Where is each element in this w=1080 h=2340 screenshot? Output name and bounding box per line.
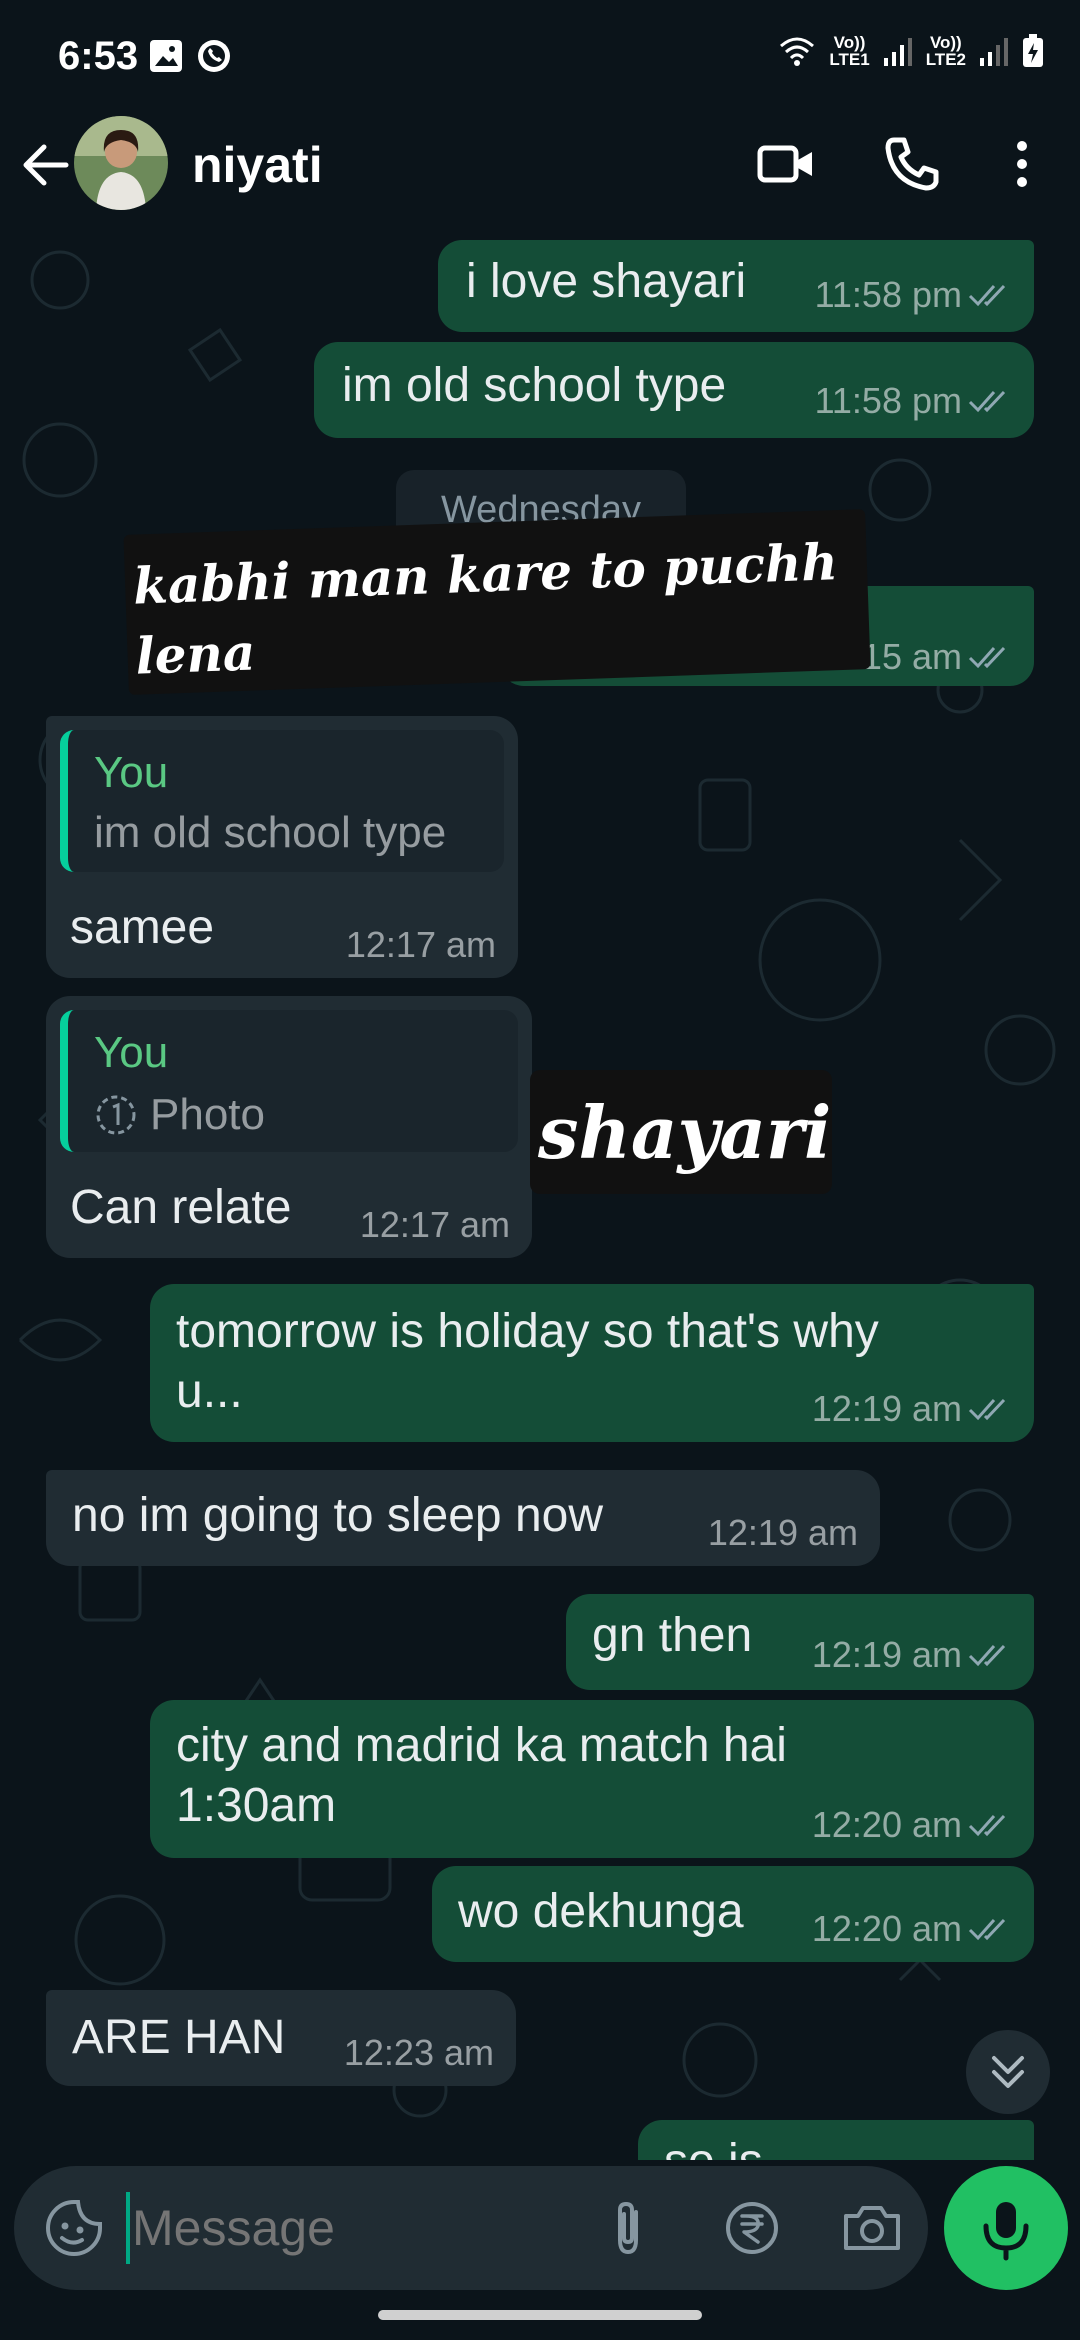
message-text: gn then [592, 1609, 753, 1662]
sim2-network: LTE2 [925, 50, 966, 69]
message-bubble-outgoing[interactable]: im old school type 11:58 pm [314, 342, 1034, 438]
message-meta: 11:58 pm [815, 274, 1012, 316]
sim1-network: LTE1 [829, 50, 870, 69]
message-bubble-outgoing[interactable]: gn then 12:19 am [566, 1594, 1034, 1690]
message-meta: 12:19 am [812, 1634, 1012, 1676]
sim1-label: Vo)) LTE1 [829, 34, 869, 68]
message-bubble-incoming[interactable]: You im old school type samee 12:17 am [46, 716, 518, 978]
message-bubble-incoming[interactable]: no im going to sleep now 12:19 am [46, 1470, 880, 1566]
message-text: i love shayari [466, 255, 747, 308]
message-text: no im going to sleep now [72, 1489, 603, 1542]
reply-author: You [94, 748, 169, 797]
message-text-line1: tomorrow is holiday so that's why [176, 1305, 879, 1358]
message-time: 12:19 am [811, 1388, 962, 1429]
attach-icon[interactable] [594, 2194, 662, 2262]
wifi-icon [780, 37, 815, 66]
message-composer[interactable] [14, 2166, 928, 2290]
sim1-volte: Vo)) [833, 33, 866, 52]
message-time: 12:17 am [359, 1204, 510, 1245]
read-receipt-icon [968, 646, 1006, 669]
message-time: 12:19 am [811, 1634, 962, 1675]
message-text-line2: u... [176, 1365, 243, 1418]
text-sticker[interactable]: kabhi man kare to puchh lena [123, 509, 871, 695]
reply-text: im old school type [94, 808, 447, 857]
camera-icon[interactable] [838, 2194, 906, 2262]
message-bubble-outgoing[interactable]: i love shayari 11:58 pm [438, 240, 1034, 332]
contact-name[interactable]: niyati [192, 136, 323, 194]
message-text: ARE HAN [72, 2011, 286, 2064]
message-text: samee [70, 901, 215, 954]
avatar-image [74, 116, 168, 210]
message-time: 12:23 am [343, 2032, 494, 2073]
signal-icon-sim2 [980, 38, 1008, 66]
message-meta: 11:58 pm [815, 380, 1012, 422]
message-time: 12:20 am [811, 1804, 962, 1845]
message-meta: 12:20 am [812, 1804, 1012, 1846]
status-bar: 6:53 Vo)) LTE1 Vo)) LTE2 [0, 0, 1080, 110]
sticker-text: shayari [538, 1090, 832, 1175]
reply-author: You [94, 1028, 169, 1077]
view-once-icon [96, 1095, 136, 1135]
message-time: 12:20 am [811, 1908, 962, 1949]
message-bubble-incoming[interactable]: ARE HAN 12:23 am [46, 1990, 516, 2086]
back-arrow-icon[interactable] [16, 135, 76, 195]
read-receipt-icon [968, 1644, 1006, 1667]
payment-rupee-icon[interactable] [718, 2194, 786, 2262]
status-indicators: Vo)) LTE1 Vo)) LTE2 [779, 34, 1044, 68]
gesture-navigation-bar[interactable] [378, 2310, 702, 2320]
message-bubble-outgoing[interactable]: wo dekhunga 12:20 am [432, 1866, 1034, 1962]
signal-icon-sim1 [883, 38, 912, 66]
sim2-volte: Vo)) [929, 33, 962, 52]
video-call-icon[interactable] [754, 132, 818, 196]
message-text: wo dekhunga [458, 1885, 744, 1938]
more-options-icon[interactable] [990, 132, 1054, 196]
text-sticker[interactable]: shayari [530, 1070, 832, 1194]
gallery-notification-icon [150, 40, 182, 72]
message-time: 12:17 am [345, 924, 496, 965]
message-meta: 12:19 am [812, 1388, 1012, 1430]
message-meta: 12:20 am [812, 1908, 1012, 1950]
emoji-sticker-icon[interactable] [40, 2194, 108, 2262]
message-bubble-outgoing[interactable]: tomorrow is holiday so that's why u... 1… [150, 1284, 1034, 1442]
sim2-label: Vo)) LTE2 [926, 34, 966, 68]
sticker-text-line1: kabhi man kare to puchh [132, 532, 839, 616]
sticker-text-line2: lena [134, 622, 257, 686]
message-time: 11:58 pm [814, 274, 962, 315]
message-input[interactable] [126, 2186, 572, 2270]
message-time: 12:19 am [707, 1512, 858, 1553]
read-receipt-icon [968, 1918, 1006, 1941]
read-receipt-icon [968, 284, 1006, 307]
read-receipt-icon [968, 1814, 1006, 1837]
scroll-to-bottom-button[interactable] [966, 2030, 1050, 2114]
message-bubble-incoming[interactable]: You Photo Can relate 12:17 am [46, 996, 532, 1258]
message-text-line2: 1:30am [176, 1779, 337, 1832]
reply-text: Photo [150, 1090, 265, 1139]
message-text: Can relate [70, 1181, 292, 1234]
battery-icon [1023, 34, 1043, 67]
message-time: 11:58 pm [814, 380, 962, 421]
message-text-line1: city and madrid ka match hai [176, 1719, 787, 1772]
reply-photo-label: Photo [94, 1090, 265, 1140]
read-receipt-icon [968, 1398, 1006, 1421]
message-bubble-outgoing-partial[interactable]: so is [638, 2120, 1034, 2160]
double-chevron-down-icon [992, 2056, 1024, 2088]
mic-icon [983, 2202, 1029, 2261]
read-receipt-icon [968, 390, 1006, 413]
avatar[interactable] [74, 116, 168, 210]
message-text: so is [664, 2134, 763, 2160]
status-time: 6:53 [58, 34, 139, 78]
message-text: im old school type [342, 359, 727, 412]
message-bubble-outgoing[interactable]: city and madrid ka match hai 1:30am 12:2… [150, 1700, 1034, 1858]
whatsapp-notification-icon [198, 40, 230, 72]
reply-quote[interactable]: You Photo [60, 1010, 518, 1152]
voice-record-button[interactable] [944, 2166, 1068, 2290]
voice-call-icon[interactable] [880, 132, 944, 196]
reply-quote[interactable]: You im old school type [60, 730, 504, 872]
